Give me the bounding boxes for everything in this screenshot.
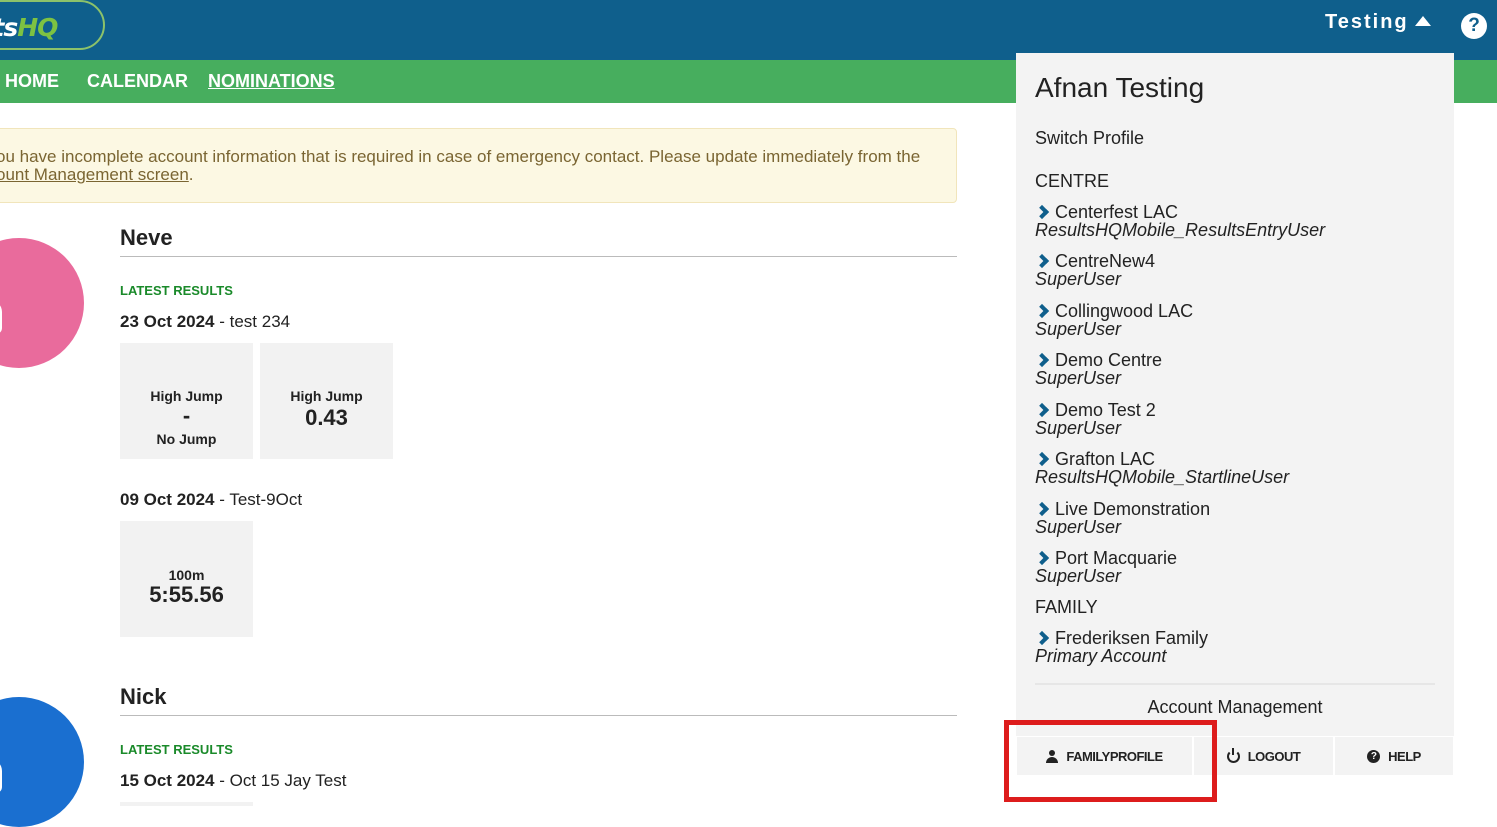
result-tile[interactable]: 100m 5:55.56 xyxy=(120,521,253,637)
account-management-link[interactable]: Account Management xyxy=(1016,697,1454,718)
avatar-body xyxy=(0,300,2,334)
meet-date: 15 Oct 2024 xyxy=(120,771,215,790)
athlete-name-neve[interactable]: Neve xyxy=(120,225,173,251)
profile-org: Live Demonstration xyxy=(1055,499,1211,519)
profile-org: Frederiksen Family xyxy=(1055,628,1209,648)
athlete-divider xyxy=(120,256,957,257)
chevron-right-icon xyxy=(1034,352,1050,368)
family-section-header: FAMILY xyxy=(1035,597,1098,617)
profile-role: SuperUser xyxy=(1035,269,1122,289)
caret-up-icon xyxy=(1414,15,1431,26)
highlight-box xyxy=(1004,720,1217,802)
incomplete-account-alert: ou have incomplete account information t… xyxy=(0,128,957,203)
profile-item[interactable]: Collingwood LAC SuperUser xyxy=(1034,301,1435,339)
result-value: 0.43 xyxy=(305,405,348,430)
help-button[interactable]: ? HELP xyxy=(1334,736,1454,776)
profile-item[interactable]: Grafton LAC ResultsHQMobile_StartlineUse… xyxy=(1034,449,1435,487)
meet-date: 09 Oct 2024 xyxy=(120,490,215,509)
user-menu-toggle[interactable]: Testing xyxy=(1325,11,1431,34)
profile-org: Demo Centre xyxy=(1055,350,1163,370)
profile-role: SuperUser xyxy=(1035,566,1122,586)
user-dropdown-menu: Afnan Testing Switch Profile CENTRE Cent… xyxy=(1016,53,1454,776)
result-event: High Jump xyxy=(290,388,363,404)
meet-date: 23 Oct 2024 xyxy=(120,312,215,331)
help-label: HELP xyxy=(1388,748,1421,764)
profile-org: Port Macquarie xyxy=(1055,548,1178,568)
help-circle-icon[interactable]: ? xyxy=(1461,13,1487,39)
result-tile[interactable]: High Jump 0.43 xyxy=(260,343,393,459)
profile-item[interactable]: CentreNew4 SuperUser xyxy=(1034,251,1435,289)
chevron-right-icon xyxy=(1034,451,1050,467)
latest-results-label: LATEST RESULTS xyxy=(120,283,233,298)
avatar-body xyxy=(0,759,2,793)
user-menu-label: Testing xyxy=(1325,11,1409,33)
meet-heading: 23 Oct 2024 - test 234 xyxy=(120,312,290,332)
result-tile[interactable]: High Jump - No Jump xyxy=(120,343,253,459)
alert-line2: ount Management screen. xyxy=(0,166,956,184)
profile-item[interactable]: Centerfest LAC ResultsHQMobile_ResultsEn… xyxy=(1034,202,1435,240)
logo-part2: HQ xyxy=(17,13,58,42)
profile-item[interactable]: Frederiksen Family Primary Account xyxy=(1034,628,1435,666)
avatar-nick[interactable] xyxy=(0,697,84,827)
switch-profile-label: Switch Profile xyxy=(1035,128,1145,148)
meet-heading: 09 Oct 2024 - Test-9Oct xyxy=(120,490,302,510)
profile-org: Grafton LAC xyxy=(1055,449,1156,469)
profile-role: SuperUser xyxy=(1035,319,1122,339)
centre-section-header: CENTRE xyxy=(1035,171,1110,191)
result-event: 100m xyxy=(168,567,205,583)
logo-text: ultsHQ xyxy=(0,13,58,42)
profile-org: Centerfest LAC xyxy=(1055,202,1179,222)
result-event: High Jump xyxy=(150,388,223,404)
athlete-name-nick[interactable]: Nick xyxy=(120,684,166,710)
meet-separator: - xyxy=(214,490,230,509)
meet-name: Oct 15 Jay Test xyxy=(229,771,347,790)
result-value: - xyxy=(182,403,191,428)
logout-label: LOGOUT xyxy=(1247,748,1301,764)
avatar-neve[interactable] xyxy=(0,238,84,368)
result-value: 5:55.56 xyxy=(149,582,224,607)
profile-org: Demo Test 2 xyxy=(1055,400,1156,420)
athlete-divider xyxy=(120,715,957,716)
account-management-link[interactable]: ount Management screen xyxy=(0,165,189,184)
profile-item[interactable]: Demo Centre SuperUser xyxy=(1034,350,1435,388)
profile-org: CentreNew4 xyxy=(1055,251,1156,271)
meet-heading: 15 Oct 2024 - Oct 15 Jay Test xyxy=(120,771,346,791)
meet-name: Test-9Oct xyxy=(229,490,303,509)
profile-role: ResultsHQMobile_StartlineUser xyxy=(1035,467,1290,487)
profile-role: Primary Account xyxy=(1035,646,1167,666)
top-header-bar: ultsHQ Testing ? xyxy=(0,0,1497,60)
nav-calendar[interactable]: CALENDAR xyxy=(87,71,188,92)
profile-role: SuperUser xyxy=(1035,517,1122,537)
meet-separator: - xyxy=(214,312,230,331)
dropdown-user-name: Afnan Testing xyxy=(1035,72,1205,103)
result-note: No Jump xyxy=(156,431,217,447)
chevron-right-icon xyxy=(1034,630,1050,646)
chevron-right-icon xyxy=(1034,303,1050,319)
alert-line1: ou have incomplete account information t… xyxy=(0,147,921,166)
chevron-right-icon xyxy=(1034,253,1050,269)
latest-results-label: LATEST RESULTS xyxy=(120,742,233,757)
chevron-right-icon xyxy=(1034,550,1050,566)
resultshq-logo[interactable]: ultsHQ xyxy=(0,0,105,50)
nav-nominations[interactable]: NOMINATIONS xyxy=(208,71,335,92)
chevron-right-icon xyxy=(1034,204,1050,220)
nav-home[interactable]: HOME xyxy=(5,71,59,92)
meet-separator: - xyxy=(214,771,230,790)
question-icon: ? xyxy=(1367,749,1381,763)
profile-role: ResultsHQMobile_ResultsEntryUser xyxy=(1035,220,1326,240)
profile-org: Collingwood LAC xyxy=(1055,301,1194,321)
meet-name: test 234 xyxy=(229,312,291,331)
alert-line2-end: . xyxy=(188,165,194,184)
chevron-right-icon xyxy=(1034,402,1050,418)
profile-role: SuperUser xyxy=(1035,418,1122,438)
profile-item[interactable]: Live Demonstration SuperUser xyxy=(1034,499,1435,537)
result-tile[interactable] xyxy=(120,802,253,806)
logo-part1: ults xyxy=(0,13,18,42)
profile-item[interactable]: Demo Test 2 SuperUser xyxy=(1034,400,1435,438)
dropdown-divider xyxy=(1035,683,1435,685)
power-icon xyxy=(1226,747,1240,763)
chevron-right-icon xyxy=(1034,501,1050,517)
profile-role: SuperUser xyxy=(1035,368,1122,388)
profile-item[interactable]: Port Macquarie SuperUser xyxy=(1034,548,1435,586)
